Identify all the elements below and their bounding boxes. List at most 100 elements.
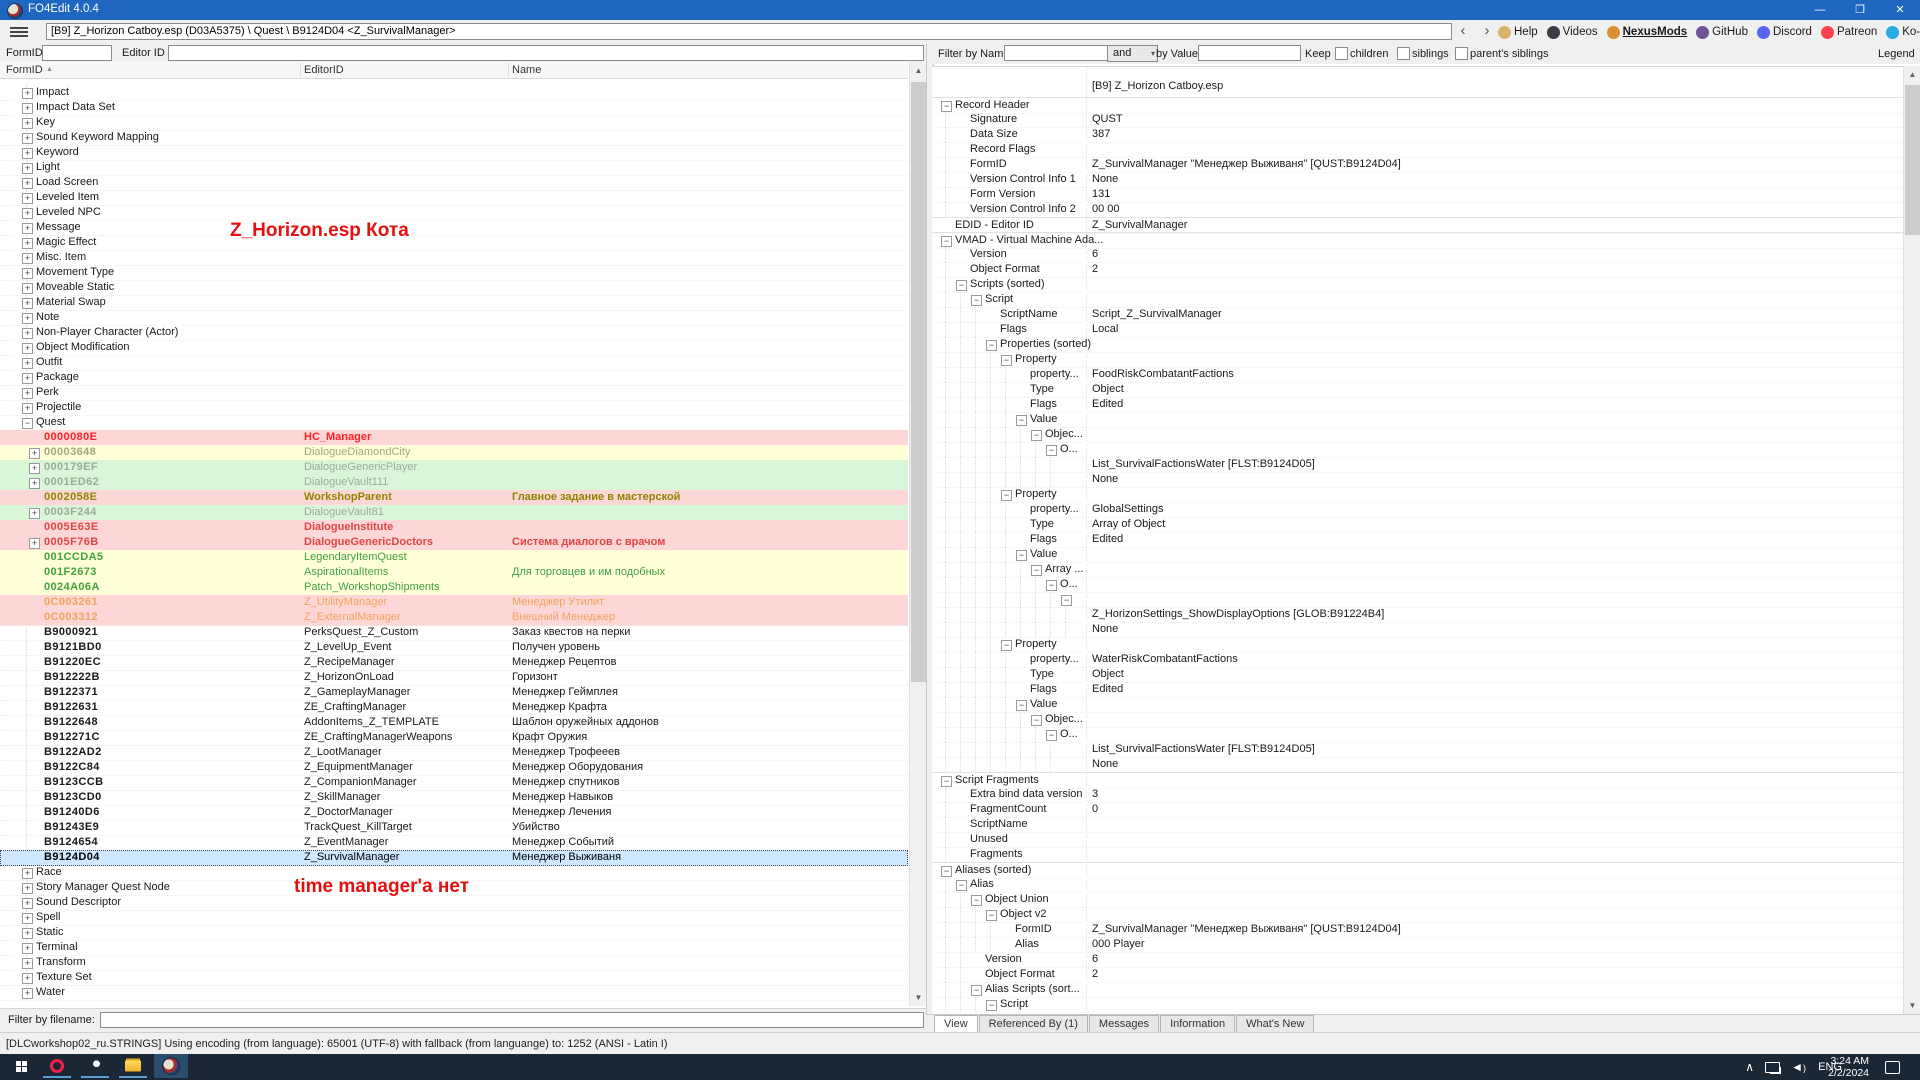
detail-row-value-25[interactable]: None [932, 472, 1903, 488]
detail-row-value[interactable]: −Value [932, 697, 1903, 713]
toolbar-link-ko-fi[interactable]: Ko-Fi [1886, 26, 1920, 39]
detail-row-value-34[interactable]: Z_HorizonSettings_ShowDisplayOptions [GL… [932, 607, 1903, 623]
expander-minus-icon[interactable]: − [986, 1000, 997, 1011]
detail-row-o[interactable]: −O... [932, 577, 1903, 593]
detail-row-fragmentcount[interactable]: FragmentCount0 [932, 802, 1903, 818]
detail-row-type[interactable]: TypeObject [932, 382, 1903, 398]
detail-row-object-v2[interactable]: −Object v2 [932, 907, 1903, 923]
detail-row-object-format[interactable]: Object Format2 [932, 967, 1903, 983]
detail-row-alias[interactable]: Alias000 Player [932, 937, 1903, 953]
expander-plus-icon[interactable]: + [29, 448, 40, 459]
expander-plus-icon[interactable]: + [22, 253, 33, 264]
filter-operator-select[interactable]: and ▾ [1107, 45, 1158, 62]
detail-row-data-size[interactable]: Data Size387 [932, 127, 1903, 143]
tab-messages[interactable]: Messages [1089, 1015, 1159, 1032]
expander-minus-icon[interactable]: − [1061, 595, 1072, 606]
expander-minus-icon[interactable]: − [1046, 580, 1057, 591]
filter-filename-input[interactable] [100, 1012, 924, 1028]
detail-row-property[interactable]: property...WaterRiskCombatantFactions [932, 652, 1903, 668]
expander-minus-icon[interactable]: − [941, 236, 952, 247]
taskbar-opera-icon[interactable] [40, 1054, 74, 1078]
expander-plus-icon[interactable]: + [22, 283, 33, 294]
keep-children-checkbox[interactable] [1335, 47, 1348, 60]
taskbar-explorer-icon[interactable] [116, 1054, 150, 1078]
detail-row-flags[interactable]: FlagsLocal [932, 322, 1903, 338]
tree-record-WorkshopParent[interactable]: 0002058EWorkshopParentГлавное задание в … [0, 490, 908, 506]
detail-row-property[interactable]: property...GlobalSettings [932, 502, 1903, 518]
tree-record-Z_CompanionManager[interactable]: B9123CCBZ_CompanionManagerМенеджер спутн… [0, 775, 908, 791]
tree-record-Z_GameplayManager[interactable]: B9122371Z_GameplayManagerМенеджер Геймпл… [0, 685, 908, 701]
detail-row-value-33[interactable]: − [932, 592, 1903, 608]
detail-row-alias-scripts-sort[interactable]: −Alias Scripts (sort... [932, 982, 1903, 998]
expander-minus-icon[interactable]: − [1016, 550, 1027, 561]
expander-plus-icon[interactable]: + [29, 538, 40, 549]
keep-siblings-checkbox[interactable] [1397, 47, 1410, 60]
expander-minus-icon[interactable]: − [956, 280, 967, 291]
tree-category-magic-effect[interactable]: +Magic Effect [0, 235, 908, 251]
tab-view[interactable]: View [934, 1015, 978, 1032]
tree-category-load-screen[interactable]: +Load Screen [0, 175, 908, 191]
tree-record-DialogueVault111[interactable]: +0001ED62DialogueVault111 [0, 475, 908, 491]
filter-name-input[interactable] [1004, 45, 1110, 61]
expander-plus-icon[interactable]: + [22, 403, 33, 414]
detail-row-form-version[interactable]: Form Version131 [932, 187, 1903, 203]
taskbar-steam-icon[interactable] [78, 1054, 112, 1078]
tree-category-terminal[interactable]: +Terminal [0, 940, 908, 956]
toolbar-link-videos[interactable]: Videos [1547, 26, 1598, 39]
tree-record-AddonItems_Z_TEMPLATE[interactable]: B9122648AddonItems_Z_TEMPLATEШаблон оруж… [0, 715, 908, 731]
expander-minus-icon[interactable]: − [941, 776, 952, 787]
tree-record-Z_EquipmentManager[interactable]: B9122C84Z_EquipmentManagerМенеджер Обору… [0, 760, 908, 776]
tree-record-Z_LootManager[interactable]: B9122AD2Z_LootManagerМенеджер Трофееев [0, 745, 908, 761]
tree-record-DialogueDiamondCity[interactable]: +00003648DialogueDiamondCity [0, 445, 908, 461]
tree-category-material-swap[interactable]: +Material Swap [0, 295, 908, 311]
tree-record-LegendaryItemQuest[interactable]: 001CCDA5LegendaryItemQuest [0, 550, 908, 566]
detail-row-fragments[interactable]: Fragments [932, 847, 1903, 863]
tree-record-TrackQuest_KillTarget[interactable]: B91243E9TrackQuest_KillTargetУбийство [0, 820, 908, 836]
tree-record-Z_DoctorManager[interactable]: B91240D6Z_DoctorManagerМенеджер Лечения [0, 805, 908, 821]
tree-record-Patch_WorkshopShipments[interactable]: 0024A06APatch_WorkshopShipments [0, 580, 908, 596]
tree-record-Z_ExternalManager[interactable]: 0C003312Z_ExternalManagerВнешний Менедже… [0, 610, 908, 626]
column-formid[interactable]: FormID [6, 64, 43, 76]
expander-plus-icon[interactable]: + [22, 133, 33, 144]
tree-category-light[interactable]: +Light [0, 160, 908, 176]
toolbar-link-nexusmods[interactable]: NexusMods [1607, 26, 1688, 39]
editorid-input[interactable] [168, 45, 924, 61]
tree-category-movement-type[interactable]: +Movement Type [0, 265, 908, 281]
expander-minus-icon[interactable]: − [941, 866, 952, 877]
tree-category-sound-keyword-mapping[interactable]: +Sound Keyword Mapping [0, 130, 908, 146]
scroll-up-icon[interactable]: ▲ [1904, 66, 1920, 83]
expander-plus-icon[interactable]: + [22, 178, 33, 189]
nav-forward-button[interactable]: › [1476, 22, 1498, 41]
expander-minus-icon[interactable]: − [1001, 640, 1012, 651]
detail-row-version-control-info-2[interactable]: Version Control Info 200 00 [932, 202, 1903, 218]
tree-category-outfit[interactable]: +Outfit [0, 355, 908, 371]
tree-category-spell[interactable]: +Spell [0, 910, 908, 926]
nav-back-button[interactable]: ‹ [1452, 22, 1474, 41]
expander-plus-icon[interactable]: + [22, 193, 33, 204]
expander-plus-icon[interactable]: + [22, 268, 33, 279]
tree-category-static[interactable]: +Static [0, 925, 908, 941]
expander-plus-icon[interactable]: + [22, 238, 33, 249]
clock[interactable]: 3:24 AM 2/2/2024 [1828, 1055, 1869, 1079]
detail-row-property[interactable]: −Property [932, 637, 1903, 653]
detail-row-alias[interactable]: −Alias [932, 877, 1903, 893]
tree-record-Z_UtilityManager[interactable]: 0C003261Z_UtilityManagerМенеджер Утилит [0, 595, 908, 611]
expander-plus-icon[interactable]: + [22, 943, 33, 954]
tree-record-Z_SurvivalManager[interactable]: B9124D04Z_SurvivalManagerМенеджер Выжива… [0, 850, 908, 866]
detail-row-formid[interactable]: FormIDZ_SurvivalManager "Менеджер Выжива… [932, 157, 1903, 173]
detail-row-property[interactable]: −Property [932, 487, 1903, 503]
expander-plus-icon[interactable]: + [22, 328, 33, 339]
detail-row-type[interactable]: TypeObject [932, 667, 1903, 683]
tree-record-Z_HorizonOnLoad[interactable]: B912222BZ_HorizonOnLoadГоризонт [0, 670, 908, 686]
expander-plus-icon[interactable]: + [22, 223, 33, 234]
tree-category-impact[interactable]: +Impact [0, 85, 908, 101]
tree-record-HC_Manager[interactable]: 0000080EHC_Manager [0, 430, 908, 446]
detail-row-scriptname[interactable]: ScriptName [932, 817, 1903, 833]
expander-minus-icon[interactable]: − [1001, 355, 1012, 366]
tree-record-AspirationalItems[interactable]: 001F2673AspirationalItemsДля торговцев и… [0, 565, 908, 581]
detail-row-flags[interactable]: FlagsEdited [932, 397, 1903, 413]
tree-category-non-player-character-actor[interactable]: +Non-Player Character (Actor) [0, 325, 908, 341]
expander-plus-icon[interactable]: + [22, 973, 33, 984]
tree-category-message[interactable]: +Message [0, 220, 908, 236]
expander-plus-icon[interactable]: + [22, 388, 33, 399]
